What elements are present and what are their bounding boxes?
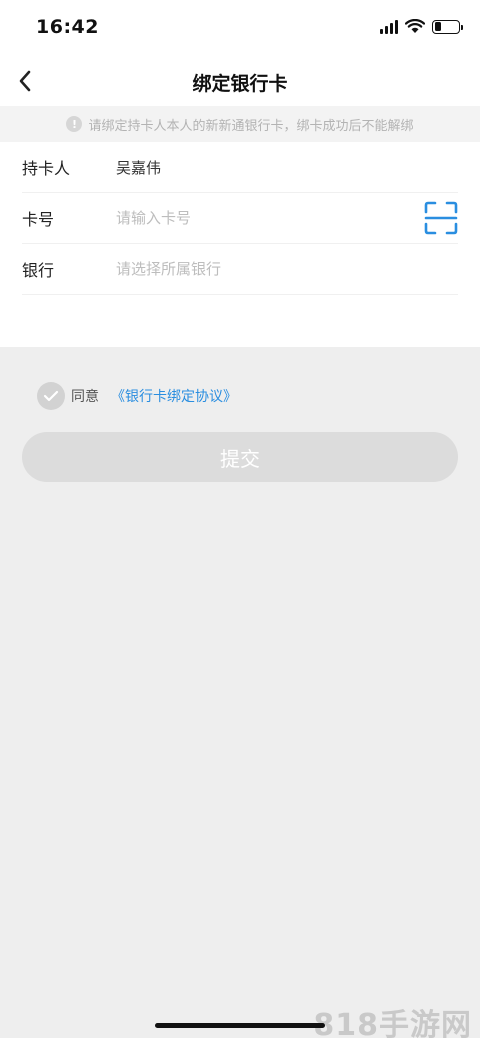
- info-icon: !: [66, 116, 83, 132]
- checkmark-icon: [43, 390, 59, 402]
- watermark: 818手游网: [313, 1008, 472, 1038]
- bank-label: 银行: [22, 261, 55, 280]
- cellular-signal-icon: [380, 19, 398, 34]
- bank-select-input[interactable]: [116, 260, 396, 278]
- agreement-checkbox[interactable]: [37, 382, 65, 410]
- status-icons: [380, 19, 463, 34]
- page-title: 绑定银行卡: [192, 73, 288, 95]
- card-number-row: 卡号: [22, 193, 458, 244]
- cardholder-label: 持卡人: [22, 159, 71, 178]
- bank-row[interactable]: 银行: [22, 244, 458, 295]
- agreement-prefix: 同意: [71, 389, 99, 405]
- status-time: 16:42: [36, 16, 99, 38]
- status-bar: 16:42: [0, 0, 480, 56]
- home-indicator: [155, 1023, 325, 1028]
- navigation-bar: 绑定银行卡: [0, 56, 480, 106]
- cardholder-value: 吴嘉伟: [116, 158, 162, 177]
- agreement-link[interactable]: 《银行卡绑定协议》: [111, 386, 237, 406]
- battery-level: [434, 22, 442, 31]
- card-number-label: 卡号: [22, 210, 55, 229]
- submit-button[interactable]: 提交: [22, 432, 458, 482]
- bank-card-form: 持卡人 吴嘉伟 卡号 银行: [0, 142, 480, 347]
- agreement-row: 同意 《银行卡绑定协议》: [37, 382, 237, 410]
- wifi-icon: [405, 19, 425, 33]
- notice-text: 请绑定持卡人本人的新新通银行卡，绑卡成功后不能解绑: [88, 118, 414, 134]
- notice-banner: ! 请绑定持卡人本人的新新通银行卡，绑卡成功后不能解绑: [0, 106, 480, 142]
- card-number-input[interactable]: [116, 209, 396, 227]
- cardholder-row: 持卡人 吴嘉伟: [22, 142, 458, 193]
- battery-icon: [432, 19, 463, 34]
- scan-card-icon[interactable]: [424, 201, 458, 235]
